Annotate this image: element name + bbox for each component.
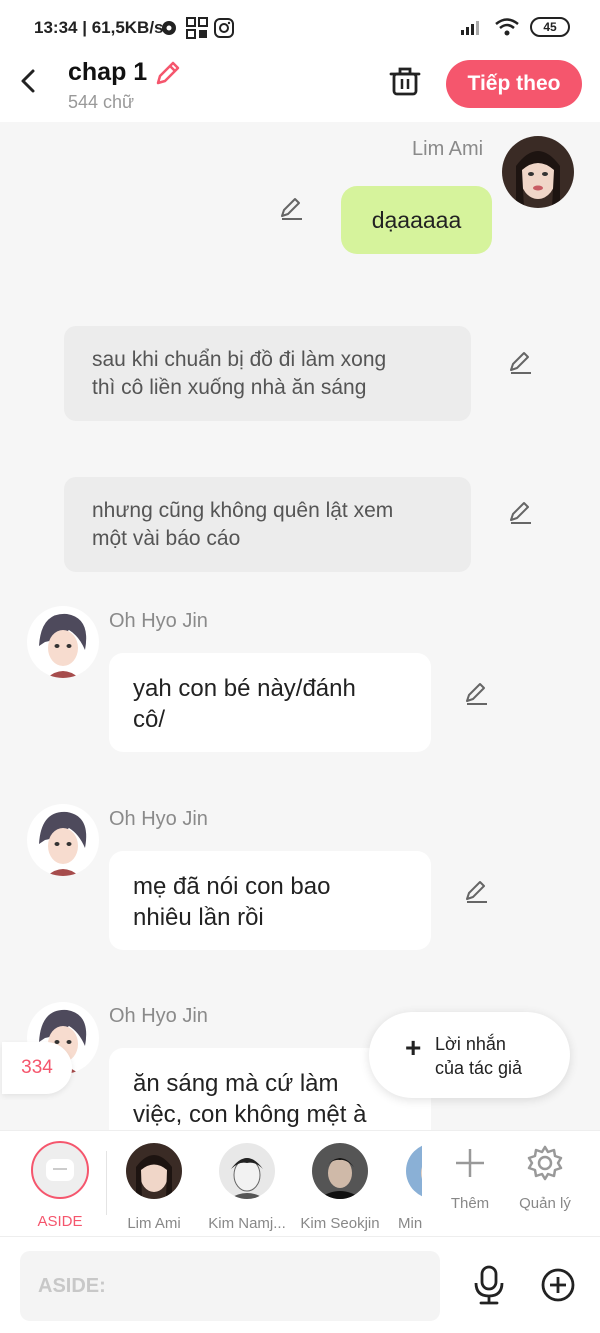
plus-icon: + [405, 1032, 422, 1063]
wifi-icon [495, 18, 519, 36]
edit-message-icon[interactable] [508, 350, 534, 376]
manage-characters-button[interactable]: Quản lý [502, 1141, 588, 1212]
trash-icon[interactable] [388, 64, 422, 98]
narration-bubble[interactable]: nhưng cũng không quên lật xem một vài bá… [64, 477, 471, 572]
edit-message-icon[interactable] [464, 879, 490, 905]
my-message-bubble[interactable]: dạaaaaa [341, 186, 492, 254]
instagram-icon [214, 18, 234, 38]
sender-name: Oh Hyo Jin [109, 1005, 208, 1027]
edit-message-icon[interactable] [508, 500, 534, 526]
battery-icon: 45 [530, 17, 570, 37]
character-kim-seokjin[interactable]: Kim Seokjin [297, 1141, 383, 1232]
chapter-title[interactable]: chap 1 [68, 58, 147, 87]
avatar[interactable] [502, 136, 574, 208]
character-kim-namjoon[interactable]: Kim Namj... [204, 1141, 290, 1232]
input-bar [0, 1236, 600, 1333]
microphone-icon[interactable] [472, 1265, 506, 1305]
message-bubble[interactable]: yah con bé này/đánh cô/ [109, 653, 431, 752]
qr-icon [186, 17, 208, 39]
sender-name: Oh Hyo Jin [109, 808, 208, 830]
aside-input[interactable] [20, 1251, 440, 1321]
edit-message-icon[interactable] [279, 196, 305, 222]
chat-area[interactable]: Lim Ami dạaaaaa sau khi chuẩn bị đồ đi l… [0, 122, 600, 1130]
back-arrow-icon[interactable] [14, 66, 44, 96]
character-min[interactable]: Min [390, 1141, 422, 1232]
character-bar: ASIDE Lim Ami Kim Namj... Kim Seokjin Mi… [0, 1130, 600, 1236]
add-character-button[interactable]: Thêm [427, 1141, 513, 1212]
message-bubble[interactable]: mẹ đã nói con bao nhiêu lần rồi [109, 851, 431, 950]
edit-title-icon[interactable] [153, 58, 183, 88]
status-icons-left [160, 17, 234, 39]
avatar [219, 1143, 275, 1199]
status-time: 13:34 | 61,5KB/s [34, 18, 164, 37]
gear-icon [527, 1145, 563, 1181]
status-bar: 13:34 | 61,5KB/s 45 [0, 0, 600, 56]
edit-message-icon[interactable] [464, 681, 490, 707]
plus-icon [456, 1149, 484, 1177]
next-button[interactable]: Tiếp theo [446, 60, 582, 108]
chapter-header: chap 1 544 chữ Tiếp theo [0, 56, 600, 122]
avatar [406, 1143, 422, 1199]
word-count: 544 chữ [68, 92, 135, 112]
avatar [126, 1143, 182, 1199]
status-icons-right: 45 [460, 17, 570, 37]
narration-bubble[interactable]: sau khi chuẩn bị đồ đi làm xong thì cô l… [64, 326, 471, 421]
author-note-button[interactable]: + Lời nhắn của tác giả [369, 1012, 570, 1098]
avatar [312, 1143, 368, 1199]
avatar[interactable] [27, 804, 99, 876]
avatar[interactable] [27, 606, 99, 678]
signal-icon [461, 21, 479, 35]
sender-name: Oh Hyo Jin [109, 610, 208, 632]
character-lim-ami[interactable]: Lim Ami [111, 1141, 197, 1232]
comment-count-badge[interactable]: 334 [2, 1042, 72, 1094]
data-saver-icon [162, 21, 176, 35]
aside-icon [31, 1141, 89, 1199]
sender-name: Lim Ami [412, 138, 484, 160]
character-aside[interactable]: ASIDE [17, 1141, 103, 1230]
divider [106, 1151, 107, 1215]
add-circle-icon[interactable] [540, 1267, 576, 1303]
